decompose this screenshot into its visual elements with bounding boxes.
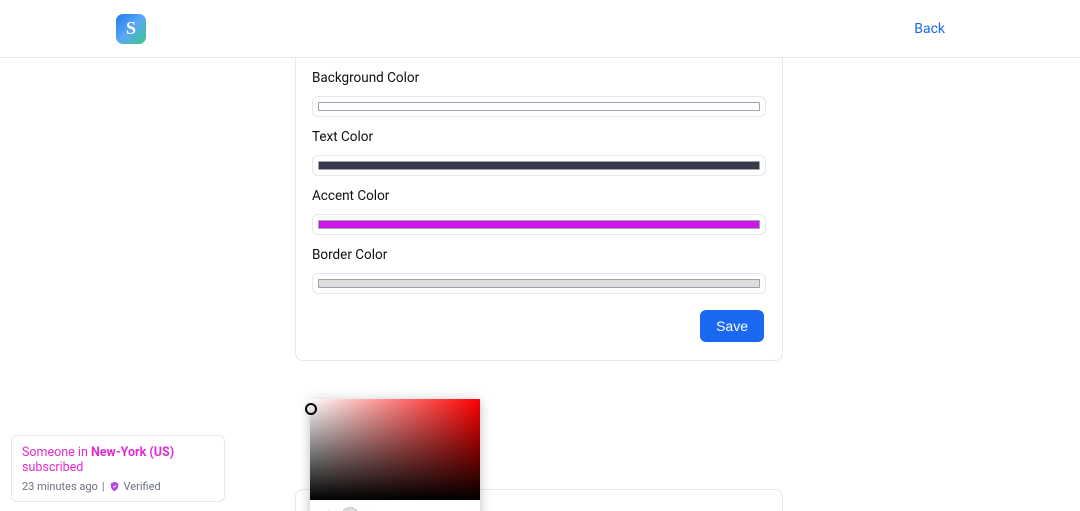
color-swatch <box>318 161 760 170</box>
toast-suffix: subscribed <box>22 460 83 475</box>
color-settings-panel: Background Color Text Color Accent Color… <box>295 58 783 361</box>
color-input-text[interactable] <box>312 155 766 176</box>
color-picker-saturation-area[interactable] <box>310 399 480 500</box>
app-header: S Back <box>0 0 1080 58</box>
field-label: Text Color <box>312 129 766 145</box>
color-input-accent[interactable] <box>312 214 766 235</box>
toast-time: 23 minutes ago <box>22 480 98 493</box>
color-picker-popup: R G B <box>310 399 480 511</box>
back-link[interactable]: Back <box>914 21 945 37</box>
field-text-color: Text Color <box>296 117 782 176</box>
color-input-border[interactable] <box>312 273 766 294</box>
color-picker-saturation-handle[interactable] <box>305 403 317 415</box>
toast-separator: | <box>102 480 105 493</box>
color-swatch <box>318 102 760 111</box>
field-accent-color: Accent Color <box>296 176 782 235</box>
toast-prefix: Someone in <box>22 445 91 460</box>
field-border-color: Border Color <box>296 235 782 294</box>
field-background-color: Background Color <box>296 58 782 117</box>
toast-location: New-York (US) <box>91 445 174 460</box>
color-picker-controls <box>310 500 480 511</box>
app-logo: S <box>116 14 146 44</box>
save-row: Save <box>296 294 782 342</box>
color-swatch <box>318 279 760 288</box>
toast-meta: 23 minutes ago | Verified <box>22 480 214 493</box>
color-input-background[interactable] <box>312 96 766 117</box>
field-label: Border Color <box>312 247 766 263</box>
save-button[interactable]: Save <box>700 310 764 342</box>
color-swatch <box>318 220 760 229</box>
verified-shield-icon <box>109 481 120 492</box>
color-picker-current-swatch <box>341 507 359 511</box>
field-label: Background Color <box>312 70 766 86</box>
main-area: Background Color Text Color Accent Color… <box>0 58 1080 511</box>
toast-message: Someone in New-York (US) subscribed <box>22 445 214 475</box>
toast-verified: Verified <box>124 480 161 493</box>
field-label: Accent Color <box>312 188 766 204</box>
notification-toast: Someone in New-York (US) subscribed 23 m… <box>11 435 225 502</box>
